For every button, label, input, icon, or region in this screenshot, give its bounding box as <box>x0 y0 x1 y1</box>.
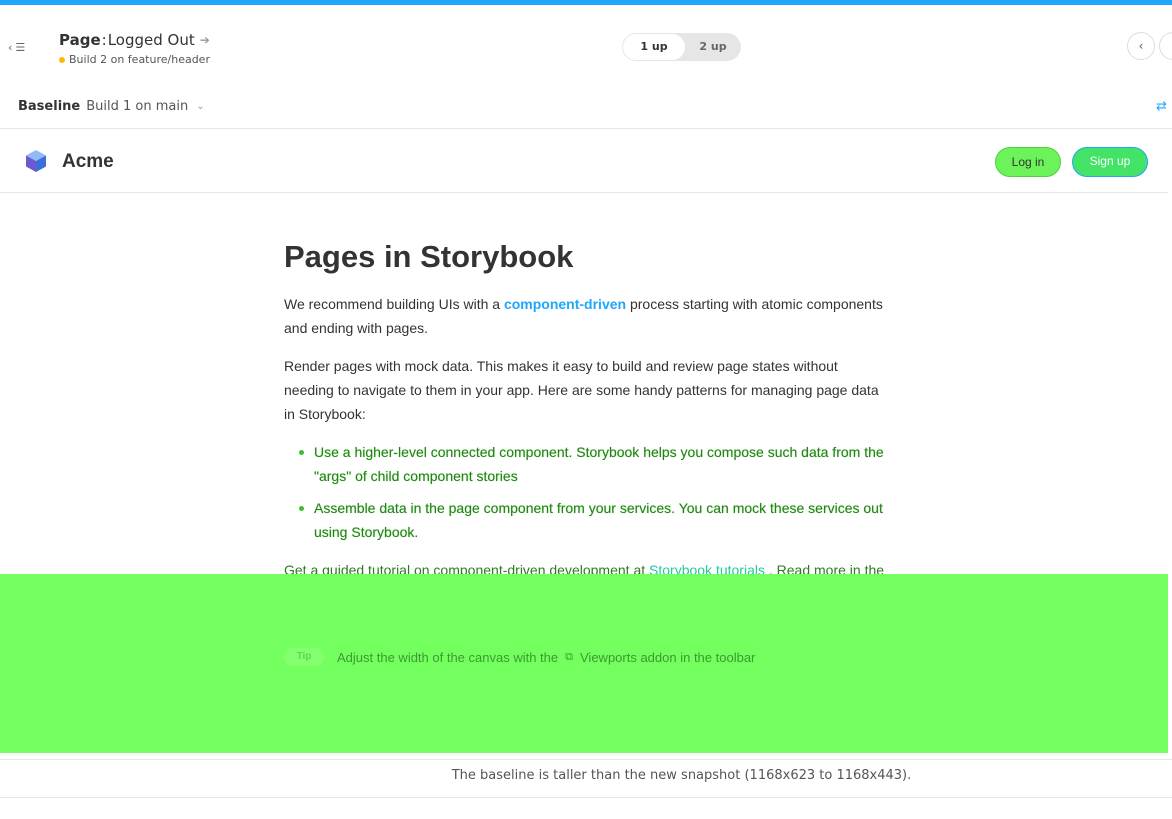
list-bullet <box>299 506 304 511</box>
log-in-button[interactable]: Log in <box>995 147 1061 177</box>
list-item: Use a higher-level connected component. … <box>314 444 884 484</box>
build-status-dot <box>59 56 65 63</box>
paragraph-text: We recommend building UIs with a <box>284 296 504 312</box>
baseline-value: Build 1 on main <box>86 99 189 114</box>
paragraph-mock-data: Render pages with mock data. This makes … <box>284 358 879 422</box>
divider <box>0 759 1172 760</box>
chevron-left-icon: ‹ <box>1138 39 1144 53</box>
snapshot-size-message: The baseline is taller than the new snap… <box>451 768 912 783</box>
site-header: Acme Log in Sign up <box>0 129 1168 193</box>
story-separator: : <box>101 31 107 49</box>
page-title-block: Page : Logged Out ➔ Build 2 on feature/h… <box>59 31 210 66</box>
snapshot-canvas: Acme Log in Sign up Pages in Storybook W… <box>0 129 1168 753</box>
swap-icon[interactable]: ⇄ <box>1156 99 1167 114</box>
list-item: Assemble data in the page component from… <box>314 500 883 540</box>
baseline-label: Baseline <box>18 99 81 114</box>
component-driven-link[interactable]: component-driven <box>504 296 626 312</box>
tip-row: Tip Adjust the width of the canvas with … <box>284 648 755 666</box>
viewports-icon: ⧉ <box>565 650 573 663</box>
page-title: Page : Logged Out ➔ <box>59 31 210 49</box>
story-name: Logged Out <box>107 31 195 49</box>
previous-snapshot-button[interactable]: ‹ <box>1127 32 1155 60</box>
tip-text: Viewports addon in the toolbar <box>580 649 756 665</box>
back-to-list-button[interactable]: ‹ ☰ <box>8 41 25 54</box>
baseline-selector[interactable]: Baseline Build 1 on main ⌄ <box>18 99 205 114</box>
brand-name: Acme <box>62 151 114 172</box>
view-1up-button[interactable]: 1 up <box>623 34 685 60</box>
tip-text: Adjust the width of the canvas with the <box>337 649 559 665</box>
paragraph-intro: We recommend building UIs with a compone… <box>284 292 888 340</box>
story-kind: Page <box>59 31 101 49</box>
tip-badge: Tip <box>284 648 324 666</box>
acme-logo-icon <box>26 150 46 172</box>
build-label: Build 2 on feature/header <box>69 53 210 66</box>
arrow-right-circle-icon[interactable]: ➔ <box>200 33 210 47</box>
header: ‹ ☰ Page : Logged Out ➔ Build 2 on featu… <box>0 5 1172 85</box>
sign-up-button[interactable]: Sign up <box>1072 147 1148 177</box>
next-snapshot-button[interactable] <box>1159 32 1172 60</box>
divider <box>0 797 1172 798</box>
chevron-left-icon: ‹ <box>8 41 13 54</box>
build-info: Build 2 on feature/header <box>59 53 210 66</box>
article-title: Pages in Storybook <box>284 239 574 274</box>
chevron-down-icon: ⌄ <box>196 101 205 112</box>
view-mode-toggle: 1 up 2 up <box>622 33 741 61</box>
view-2up-button[interactable]: 2 up <box>686 33 740 61</box>
list-bullet <box>299 450 304 455</box>
list-icon: ☰ <box>15 41 26 54</box>
